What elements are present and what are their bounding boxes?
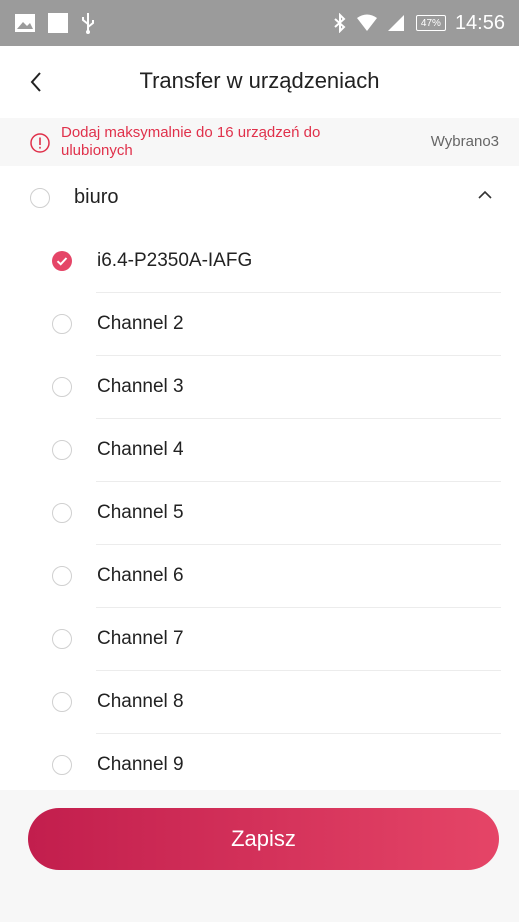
channel-row[interactable]: Channel 3: [0, 356, 519, 419]
selected-count: Wybrano3: [430, 133, 499, 150]
channel-row[interactable]: Channel 6: [0, 545, 519, 608]
group-label: biuro: [74, 186, 119, 208]
channel-row[interactable]: Channel 2: [0, 293, 519, 356]
chevron-up-icon[interactable]: [477, 190, 493, 200]
channel-row[interactable]: Channel 8: [0, 671, 519, 734]
wifi-icon: [356, 14, 377, 31]
signal-icon: [387, 15, 404, 31]
channel-row[interactable]: Channel 9: [0, 734, 519, 797]
status-time: 14:56: [454, 11, 505, 34]
unchecked-radio[interactable]: [52, 692, 72, 712]
checked-radio[interactable]: [52, 251, 72, 271]
unchecked-radio[interactable]: [52, 503, 72, 523]
bluetooth-icon: [334, 13, 346, 33]
channel-row[interactable]: Channel 5: [0, 482, 519, 545]
unchecked-radio[interactable]: [52, 377, 72, 397]
channel-label: Channel 6: [97, 565, 184, 586]
channel-list: i6.4-P2350A-IAFG Channel 2 Channel 3 Channe…: [0, 230, 519, 797]
notice-text: Dodaj maksymalnie do 16 urządzeń do ulub…: [61, 124, 321, 159]
image-icon: [15, 14, 35, 32]
channel-label: Channel 9: [97, 754, 184, 775]
channel-label: Channel 8: [97, 691, 184, 712]
channel-label: Channel 7: [97, 628, 184, 649]
group-row-biuro[interactable]: biuro: [0, 166, 519, 230]
channel-label: Channel 3: [97, 376, 184, 397]
unchecked-radio[interactable]: [52, 440, 72, 460]
device-list: biuro i6.4-P2350A-IAFG Channel 2 Channel 3…: [0, 166, 519, 790]
square-icon: [48, 13, 68, 33]
channel-row[interactable]: Channel 7: [0, 608, 519, 671]
unchecked-radio[interactable]: [52, 755, 72, 775]
channel-row[interactable]: Channel 4: [0, 419, 519, 482]
alert-icon: [30, 133, 50, 153]
channel-label: Channel 5: [97, 502, 184, 523]
channel-label: Channel 2: [97, 313, 184, 334]
unchecked-radio[interactable]: [52, 566, 72, 586]
channel-label: i6.4-P2350A-IAFG: [97, 250, 253, 271]
page-title: Transfer w urządzeniach: [139, 68, 380, 93]
status-bar: 47% 14:56: [0, 0, 519, 46]
unchecked-radio[interactable]: [52, 314, 72, 334]
header: Transfer w urządzeniach: [0, 46, 519, 118]
usb-icon: [82, 13, 94, 34]
unchecked-radio[interactable]: [52, 629, 72, 649]
channel-row[interactable]: i6.4-P2350A-IAFG: [0, 230, 519, 293]
notice-bar: Dodaj maksymalnie do 16 urządzeń do ulub…: [0, 118, 519, 166]
status-right: 47% 14:56: [333, 12, 505, 35]
save-button[interactable]: Zapisz: [28, 808, 499, 870]
group-radio[interactable]: [30, 188, 50, 208]
check-icon: [56, 257, 68, 266]
status-left: [14, 12, 96, 34]
battery-icon: 47%: [415, 15, 446, 31]
channel-label: Channel 4: [97, 439, 184, 460]
